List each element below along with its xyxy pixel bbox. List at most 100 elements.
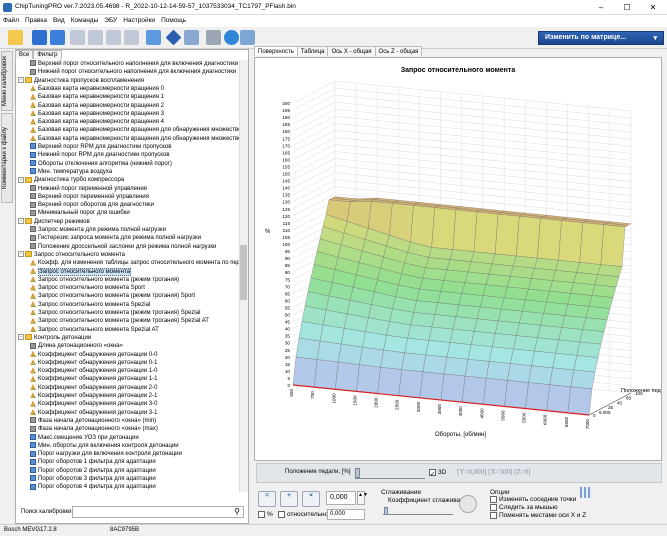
tree-item[interactable]: Базовая карта неравномерности вращения 0 [30, 85, 164, 93]
relative-checkbox[interactable]: относительно [278, 511, 328, 518]
checkbox-swap-axes[interactable] [490, 512, 497, 519]
tree-item[interactable]: Запрос относительного момента (режим тро… [30, 276, 179, 284]
tree-item[interactable]: Гистерезис запроса момента для режима по… [30, 234, 201, 242]
tree-item[interactable]: Запрос относительного момента [30, 267, 131, 276]
tree-folder[interactable]: - Диагностика турбо компрессора [18, 176, 124, 184]
tree-item[interactable]: Фаза начала детонационного «окна» (max) [30, 425, 158, 433]
checkbox-follow-mouse[interactable] [490, 504, 497, 511]
percent-checkbox[interactable]: % [258, 511, 273, 518]
menu-file[interactable]: Файл [0, 15, 22, 26]
smoothing-slider[interactable] [383, 507, 453, 515]
save-as-icon[interactable] [50, 30, 65, 45]
tree-item[interactable]: Порог оборотов 4 фильтра для адаптации [30, 483, 156, 491]
tree-item[interactable]: Базовая карта неравномерности вращения 2 [30, 101, 164, 110]
tree-item[interactable]: Макс.смещение УОЗ при детонации [30, 433, 139, 442]
tree-item[interactable]: Верхний порог оборотов для диагностики [30, 201, 154, 209]
pedal-slider[interactable] [355, 467, 425, 479]
tab-filter[interactable]: Фильтр [33, 50, 62, 59]
menu-settings[interactable]: Настройки [120, 15, 158, 26]
tree-item[interactable]: Нижний порог RPM для диагностики пропуск… [30, 151, 170, 159]
tree-folder[interactable]: - Диспетчер режимов [18, 218, 90, 226]
tree-item[interactable]: Коэффициент обнаружения детонации 0-1 [30, 359, 157, 367]
tree-item[interactable]: Коэффициент обнаружения детонации 2-1 [30, 392, 157, 400]
tab-file-comments[interactable]: Комментарии к файлу [1, 113, 13, 203]
pedal-slider-handle[interactable] [355, 468, 360, 478]
tree-item[interactable]: Порог оборотов 2 фильтра для адаптации [30, 467, 156, 475]
tree-item[interactable]: Запрос относительного момента Spezial [30, 301, 150, 309]
paste-icon[interactable] [106, 30, 121, 45]
option-swap-axes[interactable]: Поменять местами оси X и Z [490, 512, 586, 519]
tree-folder[interactable]: - Контроль детонации [18, 334, 91, 342]
checkbox-relative[interactable] [278, 511, 285, 518]
3d-checkbox[interactable]: ✓ 3D [429, 469, 446, 478]
tree-item[interactable]: Верхний порог переменной управления [30, 193, 149, 201]
collapse-toggle-icon[interactable]: - [18, 218, 24, 225]
smooth-apply-icon[interactable] [459, 495, 477, 513]
tab-surface[interactable]: Поверхность [254, 46, 298, 56]
navigate-icon[interactable] [165, 29, 182, 46]
close-button[interactable]: ✕ [640, 0, 666, 15]
tree-item[interactable]: Запрос относительного момента (режим тро… [30, 317, 209, 325]
equals-button[interactable]: = [258, 491, 276, 507]
smoothing-slider-handle[interactable] [384, 507, 388, 515]
tree-item[interactable]: Порог оборотов 1 фильтра для адаптации [30, 458, 156, 466]
copy-icon[interactable] [88, 30, 103, 45]
tree-item[interactable]: Коэффициент обнаружения детонации 1-0 [30, 367, 157, 375]
tree-item[interactable]: Верхний порог относительного наполнения … [30, 60, 238, 68]
value-spinner[interactable]: ▲▼ [357, 491, 368, 505]
value-input[interactable]: 0,000 [326, 491, 356, 505]
tree-item[interactable]: Коэфф. для изменения таблицы запрос отно… [30, 259, 239, 267]
tree-item[interactable]: Порог нагрузки для включения контроля де… [30, 450, 182, 458]
tree-item[interactable]: Запрос относительного момента Sport [30, 284, 145, 292]
maximize-button[interactable]: ☐ [614, 0, 640, 15]
tab-axis-z[interactable]: Ось Z - общая [374, 46, 423, 56]
grid-icon[interactable] [580, 487, 592, 498]
tree-item[interactable]: Базовая карта неравномерности вращения д… [30, 135, 239, 143]
settings-icon[interactable] [240, 30, 255, 45]
save-icon[interactable] [32, 30, 47, 45]
tree-item[interactable]: Запрос относительного момента (режим тро… [30, 292, 195, 300]
collapse-toggle-icon[interactable]: - [18, 176, 24, 183]
calc-icon[interactable] [146, 30, 161, 45]
tree-item[interactable]: Положение дроссельной заслонки для режим… [30, 243, 216, 251]
checkbox-3d[interactable]: ✓ [429, 469, 436, 478]
tree-item[interactable]: Базовая карта неравномерности вращения 3 [30, 110, 164, 118]
tree-item[interactable]: Порог оборотов 3 фильтра для адаптации [30, 475, 156, 483]
tree-item[interactable]: Мин. температура воздуха [30, 168, 112, 176]
tree-item[interactable]: Длина детонационного «окна» [30, 342, 123, 350]
tree-item[interactable]: Коэффициент обнаружения детонации 3-1 [30, 409, 157, 417]
tree-item[interactable]: Коэффициент обнаружения детонации 3-0 [30, 400, 157, 408]
option-follow-mouse[interactable]: Следить за мышью [490, 504, 558, 511]
tree-item[interactable]: Обороты отключения алгоритма (нижний пор… [30, 160, 172, 168]
help-icon[interactable] [224, 30, 239, 45]
collapse-toggle-icon[interactable]: - [18, 77, 24, 84]
tree-item[interactable]: Верхний порог RPM для диагностики пропус… [30, 143, 171, 151]
tree-item[interactable]: Коэффициент обнаружения детонации 0-0 [30, 350, 157, 359]
tree-item[interactable]: Фаза начала детонационного «окна» (min) [30, 417, 156, 425]
tab-table[interactable]: Таблица [296, 46, 329, 56]
tree-item[interactable]: Базовая карта неравномерности вращения 1 [30, 93, 164, 101]
tree-item[interactable]: Запрос относительного момента Spezial AT [30, 326, 159, 334]
tree-item[interactable]: Запрос момента для режима полной нагрузк… [30, 226, 166, 234]
tab-all[interactable]: Все [15, 50, 34, 59]
tree-item[interactable]: Базовая карта неравномерности вращения д… [30, 126, 239, 134]
tree-item[interactable]: Нижний порог переменной управления [30, 184, 147, 193]
plus-button[interactable]: + [280, 491, 298, 507]
tools-icon[interactable] [206, 30, 221, 45]
menu-help[interactable]: Помощь [158, 15, 189, 26]
tree-item[interactable]: Мин. обороты для включения контроля дето… [30, 442, 179, 450]
checkbox-adjacent[interactable] [490, 496, 497, 503]
search-input[interactable]: ⚲ [72, 506, 244, 518]
collapse-toggle-icon[interactable]: - [18, 251, 24, 258]
menu-view[interactable]: Вид [50, 15, 68, 26]
tab-calibration-menu[interactable]: Меню калибровок [1, 51, 13, 111]
tree-item[interactable]: Базовая карта неравномерности вращения 4 [30, 118, 164, 126]
tree-item[interactable]: Минимальный порог для ошибки [30, 209, 130, 217]
checksum-icon[interactable] [184, 30, 199, 45]
tab-axis-x[interactable]: Ось X - общая [327, 46, 376, 56]
menu-edit[interactable]: Правка [22, 15, 50, 26]
tree-item[interactable]: Запрос относительного момента (режим тро… [30, 309, 200, 317]
compare-icon[interactable] [124, 30, 139, 45]
option-adjacent[interactable]: Изменять соседние точки [490, 496, 576, 503]
tree-folder[interactable]: - Запрос относительного момента [18, 251, 125, 259]
